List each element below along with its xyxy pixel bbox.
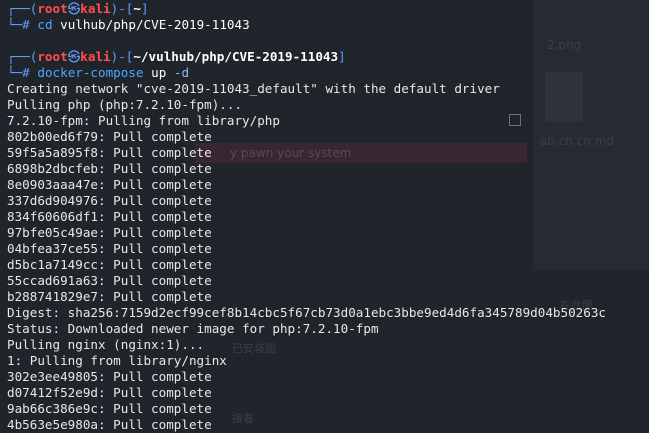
command-name: cd	[37, 17, 53, 32]
output-line: d5bc1a7149cc: Pull complete	[7, 257, 212, 272]
output-line: Creating network "cve-2019-11043_default…	[7, 81, 500, 96]
output-line: 834f60606df1: Pull complete	[7, 209, 212, 224]
output-line: 59f5a5a895f8: Pull complete	[7, 145, 212, 160]
skull-icon: ㉿	[67, 49, 81, 64]
output-line: 1: Pulling from library/nginx	[7, 353, 227, 368]
output-line: 9ab66c386e9c: Pull complete	[7, 401, 212, 416]
command-line[interactable]: └─# docker-compose up -d	[7, 65, 649, 81]
output-line: Digest: sha256:7159d2ecf99cef8b14cbc5f67…	[7, 305, 606, 320]
output-line: b288741829e7: Pull complete	[7, 289, 212, 304]
command-arg: vulhub/php/CVE-2019-11043	[60, 17, 250, 32]
terminal-window[interactable]: ┌──(root㉿kali)-[~] └─# cd vulhub/php/CVE…	[0, 0, 649, 432]
output-line: 97bfe05c49ae: Pull complete	[7, 225, 212, 240]
output-line: 8e0903aaa47e: Pull complete	[7, 177, 212, 192]
prompt-header: ┌──(root㉿kali)-[~/vulhub/php/CVE-2019-11…	[7, 49, 346, 64]
output-line: 302e3ee49805: Pull complete	[7, 369, 212, 384]
output-line: 04bfea37ce55: Pull complete	[7, 241, 212, 256]
output-line: 802b00ed6f79: Pull complete	[7, 129, 212, 144]
output-line: 337d6d904976: Pull complete	[7, 193, 212, 208]
output-line: Pulling nginx (nginx:1)...	[7, 337, 205, 352]
prompt-header: ┌──(root㉿kali)-[~]	[7, 1, 149, 16]
skull-icon: ㉿	[67, 1, 81, 16]
command-flag: -d	[173, 65, 190, 80]
command-name: docker-compose	[37, 65, 144, 80]
output-line: 55ccad691a63: Pull complete	[7, 273, 212, 288]
output-line: 6898b2dbcfeb: Pull complete	[7, 161, 212, 176]
output-line: 4b563e5e980a: Pull complete	[7, 417, 212, 432]
output-line: Pulling php (php:7.2.10-fpm)...	[7, 97, 243, 112]
prompt-path: ~/vulhub/php/CVE-2019-11043	[133, 49, 339, 64]
command-arg: up	[151, 65, 167, 80]
prompt-path: ~	[133, 1, 141, 16]
output-line: d07412f52e9d: Pull complete	[7, 385, 212, 400]
command-line[interactable]: └─# cd vulhub/php/CVE-2019-11043	[7, 17, 649, 33]
output-line: Status: Downloaded newer image for php:7…	[7, 321, 379, 336]
output-line: 7.2.10-fpm: Pulling from library/php	[7, 113, 280, 128]
